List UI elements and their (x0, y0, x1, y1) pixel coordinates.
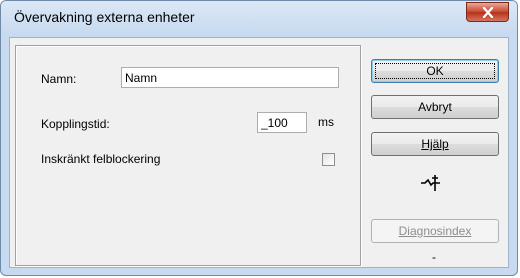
switch-time-label: Kopplingstid: (41, 117, 110, 131)
switch-time-input[interactable] (257, 112, 307, 133)
switch-time-unit: ms (318, 115, 334, 129)
restricted-blocking-label: Inskränkt felblockering (41, 152, 161, 166)
help-button[interactable]: Hjälp (371, 132, 499, 156)
close-button[interactable] (466, 2, 509, 22)
switch-symbol-icon (421, 175, 440, 191)
status-dash: - (432, 250, 436, 264)
focus-rectangle (375, 63, 495, 79)
title-bar[interactable]: Övervakning externa enheter (1, 1, 517, 37)
name-input[interactable] (121, 67, 339, 88)
dialog-window: Övervakning externa enheter Namn: Koppli… (0, 0, 518, 276)
window-title: Övervakning externa enheter (14, 9, 195, 25)
name-label: Namn: (41, 72, 77, 86)
ok-button[interactable]: OK (371, 59, 499, 83)
cancel-button[interactable]: Avbryt (371, 95, 499, 119)
help-button-label: Hjälp (421, 137, 449, 151)
diagnostic-index-button-label: Diagnosindex (398, 224, 472, 238)
restricted-blocking-checkbox[interactable] (322, 153, 335, 166)
cancel-button-label: Avbryt (418, 100, 452, 114)
diagnostic-index-button[interactable]: Diagnosindex (371, 219, 499, 243)
dialog-client-area: Namn: Kopplingstid: ms Inskränkt felbloc… (9, 37, 509, 268)
close-icon (482, 6, 493, 18)
